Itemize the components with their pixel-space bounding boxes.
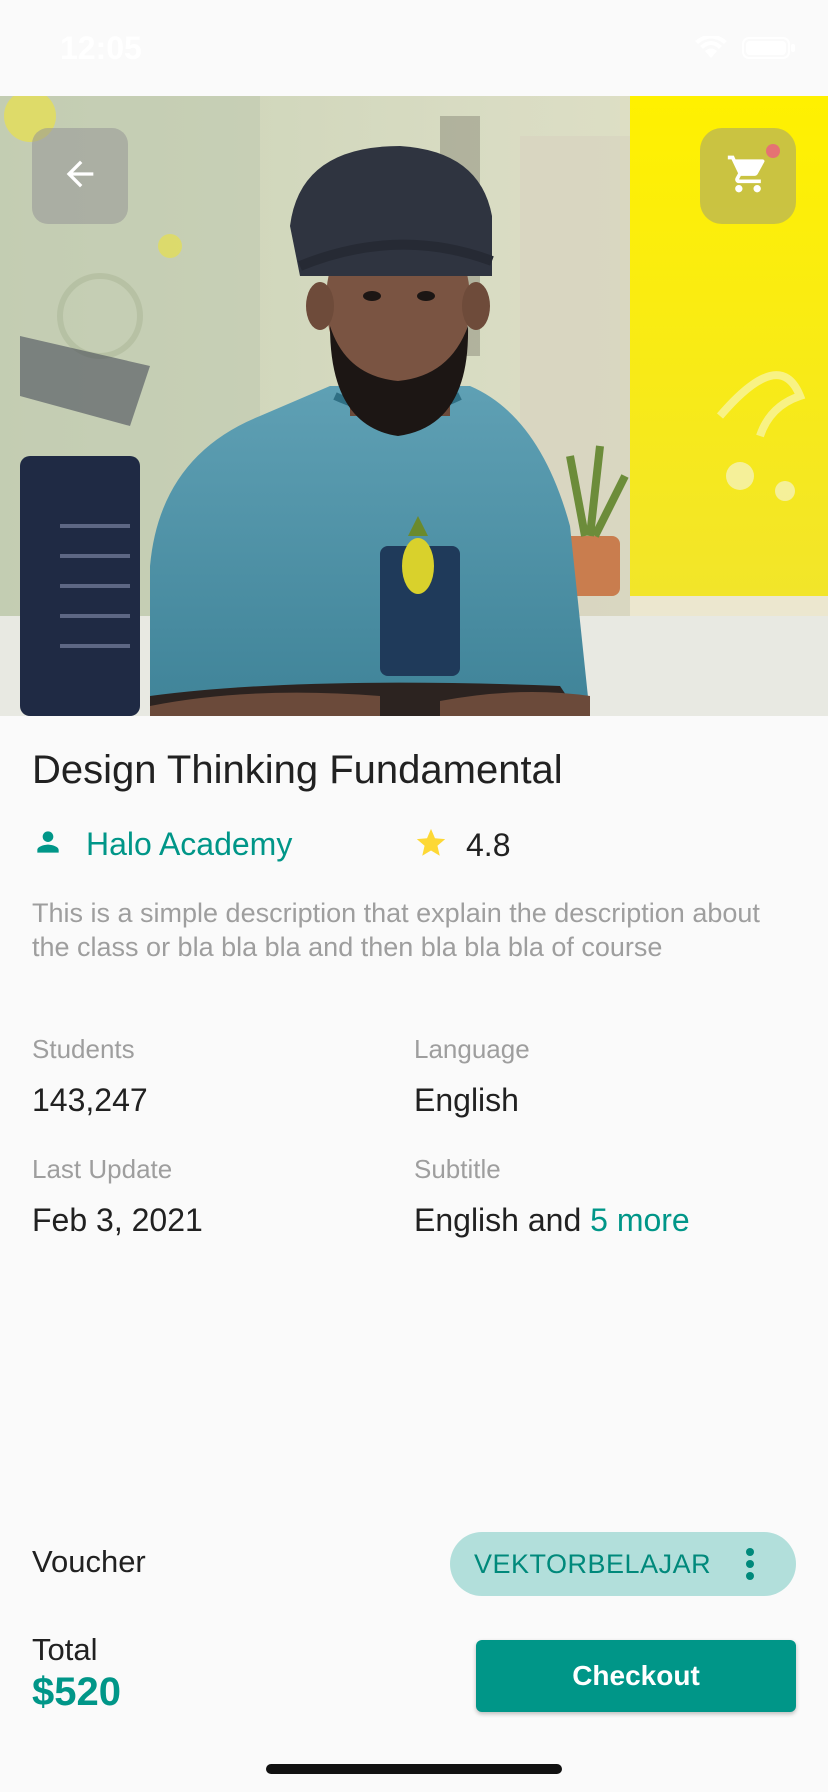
status-icons	[694, 36, 796, 60]
arrow-left-icon	[60, 154, 100, 199]
home-indicator[interactable]	[266, 1764, 562, 1774]
subtitle-more-link[interactable]: 5 more	[590, 1202, 690, 1238]
checkout-button[interactable]: Checkout	[476, 1640, 796, 1712]
students-label: Students	[32, 1034, 135, 1064]
voucher-chip[interactable]: VEKTORBELAJAR	[450, 1532, 796, 1596]
subtitle-label: Subtitle	[414, 1154, 501, 1184]
course-title: Design Thinking Fundamental	[32, 748, 563, 792]
students-value: 143,247	[32, 1082, 148, 1118]
rating-row: 4.8	[414, 826, 510, 865]
course-description: This is a simple description that explai…	[32, 898, 760, 962]
back-button[interactable]	[32, 128, 128, 224]
status-bar: 12:05	[0, 0, 828, 96]
language-value: English	[414, 1082, 519, 1118]
subtitle-value: English and 5 more	[414, 1202, 690, 1239]
total-price: $520	[32, 1670, 121, 1714]
subtitle-languages: English and	[414, 1202, 582, 1238]
person-icon	[32, 826, 64, 863]
battery-icon	[742, 36, 796, 60]
last-update-label: Last Update	[32, 1154, 173, 1184]
voucher-label: Voucher	[32, 1544, 146, 1579]
provider-name[interactable]: Halo Academy	[86, 826, 292, 863]
wifi-icon	[694, 36, 728, 60]
star-icon	[414, 826, 448, 865]
rating-value: 4.8	[466, 827, 511, 863]
cart-badge	[766, 144, 780, 158]
status-time: 12:05	[60, 30, 142, 66]
provider-row[interactable]: Halo Academy	[32, 826, 292, 863]
more-vertical-icon[interactable]	[744, 1546, 756, 1587]
cart-button[interactable]	[700, 128, 796, 224]
language-label: Language	[414, 1034, 530, 1064]
voucher-code: VEKTORBELAJAR	[474, 1548, 712, 1579]
total-label: Total	[32, 1632, 98, 1667]
shopping-cart-icon	[726, 152, 770, 201]
last-update-value: Feb 3, 2021	[32, 1202, 203, 1238]
